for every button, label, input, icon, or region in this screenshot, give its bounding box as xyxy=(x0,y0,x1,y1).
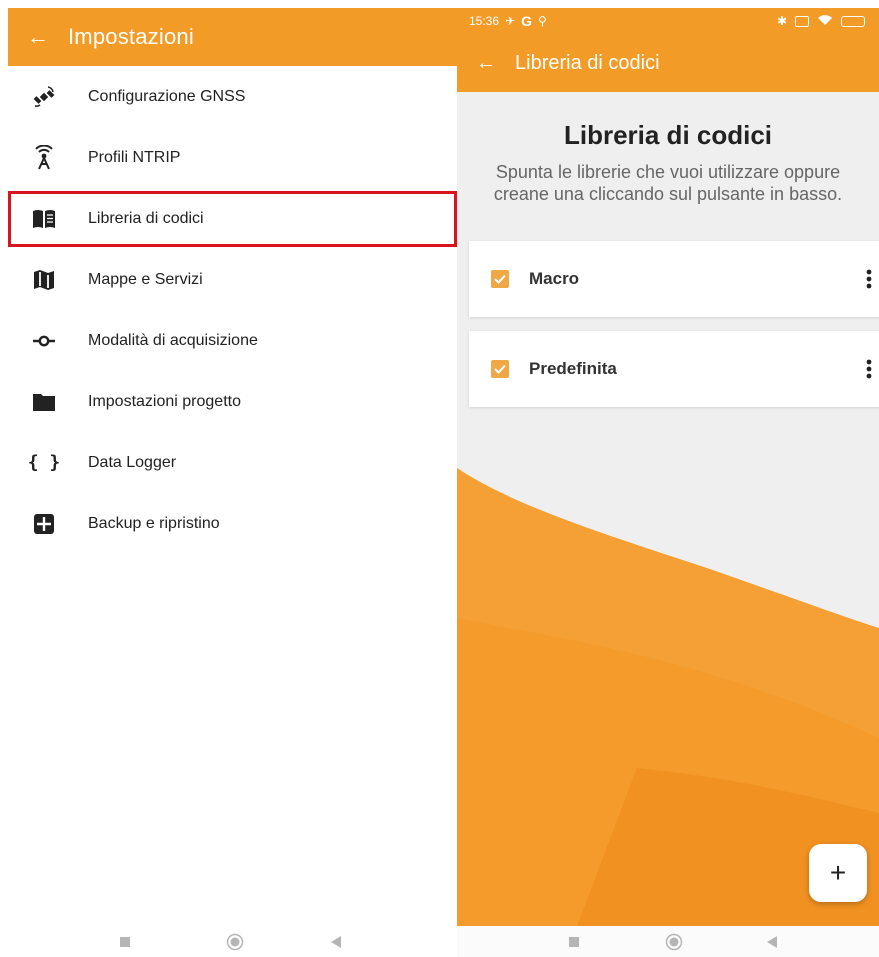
settings-screen: ← Impostazioni Configurazione GNSS Profi… xyxy=(8,8,457,926)
more-vert-icon[interactable] xyxy=(849,269,879,289)
menu-item-acquisition-mode[interactable]: Modalità di acquisizione xyxy=(8,310,457,371)
menu-item-label: Data Logger xyxy=(88,453,177,471)
status-time: 15:36 xyxy=(469,14,500,28)
home-circle-icon[interactable] xyxy=(226,933,244,951)
book-icon xyxy=(8,208,88,230)
bluetooth-icon: ✱ xyxy=(776,14,787,28)
menu-item-backup[interactable]: Backup e ripristino xyxy=(8,493,457,554)
commit-icon xyxy=(8,334,88,348)
library-content: Libreria di codici Spunta le librerie ch… xyxy=(457,120,879,407)
menu-item-label: Modalità di acquisizione xyxy=(88,331,258,349)
menu-item-label: Configurazione GNSS xyxy=(88,87,246,105)
library-name: Predefinita xyxy=(529,359,617,378)
settings-title: Impostazioni xyxy=(68,24,194,49)
menu-item-ntrip[interactable]: Profili NTRIP xyxy=(8,127,457,188)
checkbox-checked[interactable] xyxy=(491,270,509,288)
menu-item-project-settings[interactable]: Impostazioni progetto xyxy=(8,371,457,432)
settings-app-bar: ← Impostazioni xyxy=(8,8,457,66)
status-bar: 15:36 ✈ G ⚲ ✱ xyxy=(457,8,879,34)
menu-item-code-library[interactable]: Libreria di codici xyxy=(8,191,457,247)
checkbox-checked[interactable] xyxy=(491,360,509,378)
braces-icon: { } xyxy=(27,452,61,473)
menu-item-label: Backup e ripristino xyxy=(88,514,220,532)
library-subtitle: Spunta le librerie che vuoi utilizzare o… xyxy=(493,162,843,204)
folder-icon xyxy=(8,392,88,412)
carrier-letter: G xyxy=(521,13,532,29)
notification-icon: ✈ xyxy=(505,14,516,28)
library-app-bar: ← Libreria di codici xyxy=(457,34,879,92)
library-heading: Libreria di codici xyxy=(563,120,773,150)
back-arrow-icon[interactable]: ← xyxy=(8,24,68,50)
system-nav-bar-right xyxy=(457,926,879,957)
recents-square-icon[interactable] xyxy=(569,936,579,947)
recents-square-icon[interactable] xyxy=(120,936,130,947)
sim-icon xyxy=(795,15,809,27)
battery-icon xyxy=(841,15,865,27)
more-vert-icon[interactable] xyxy=(849,359,879,379)
back-triangle-icon[interactable] xyxy=(331,935,341,948)
location-icon: ⚲ xyxy=(537,14,547,28)
back-arrow-icon[interactable]: ← xyxy=(457,52,515,75)
antenna-icon xyxy=(8,144,88,171)
map-icon xyxy=(8,268,88,292)
menu-item-maps[interactable]: Mappe e Servizi xyxy=(8,249,457,310)
wifi-icon xyxy=(817,14,833,29)
menu-item-gnss[interactable]: Configurazione GNSS xyxy=(8,66,457,127)
menu-item-data-logger[interactable]: { } Data Logger xyxy=(8,432,457,493)
library-card-macro[interactable]: Macro xyxy=(469,241,879,317)
menu-item-label: Mappe e Servizi xyxy=(88,270,203,288)
library-card-predefinita[interactable]: Predefinita xyxy=(469,331,879,407)
menu-item-label: Profili NTRIP xyxy=(88,148,181,166)
satellite-icon xyxy=(8,84,88,110)
add-library-button[interactable]: + xyxy=(809,844,867,902)
library-appbar-title: Libreria di codici xyxy=(515,51,660,74)
system-nav-bar-left xyxy=(8,926,457,957)
home-circle-icon[interactable] xyxy=(665,933,683,951)
back-triangle-icon[interactable] xyxy=(767,935,777,948)
code-library-screen: 15:36 ✈ G ⚲ ✱ ← Libreria di codici Libre… xyxy=(457,8,879,926)
library-name: Macro xyxy=(529,269,580,288)
grid-icon xyxy=(8,513,88,535)
menu-item-label: Libreria di codici xyxy=(88,210,204,227)
menu-item-label: Impostazioni progetto xyxy=(88,392,241,410)
